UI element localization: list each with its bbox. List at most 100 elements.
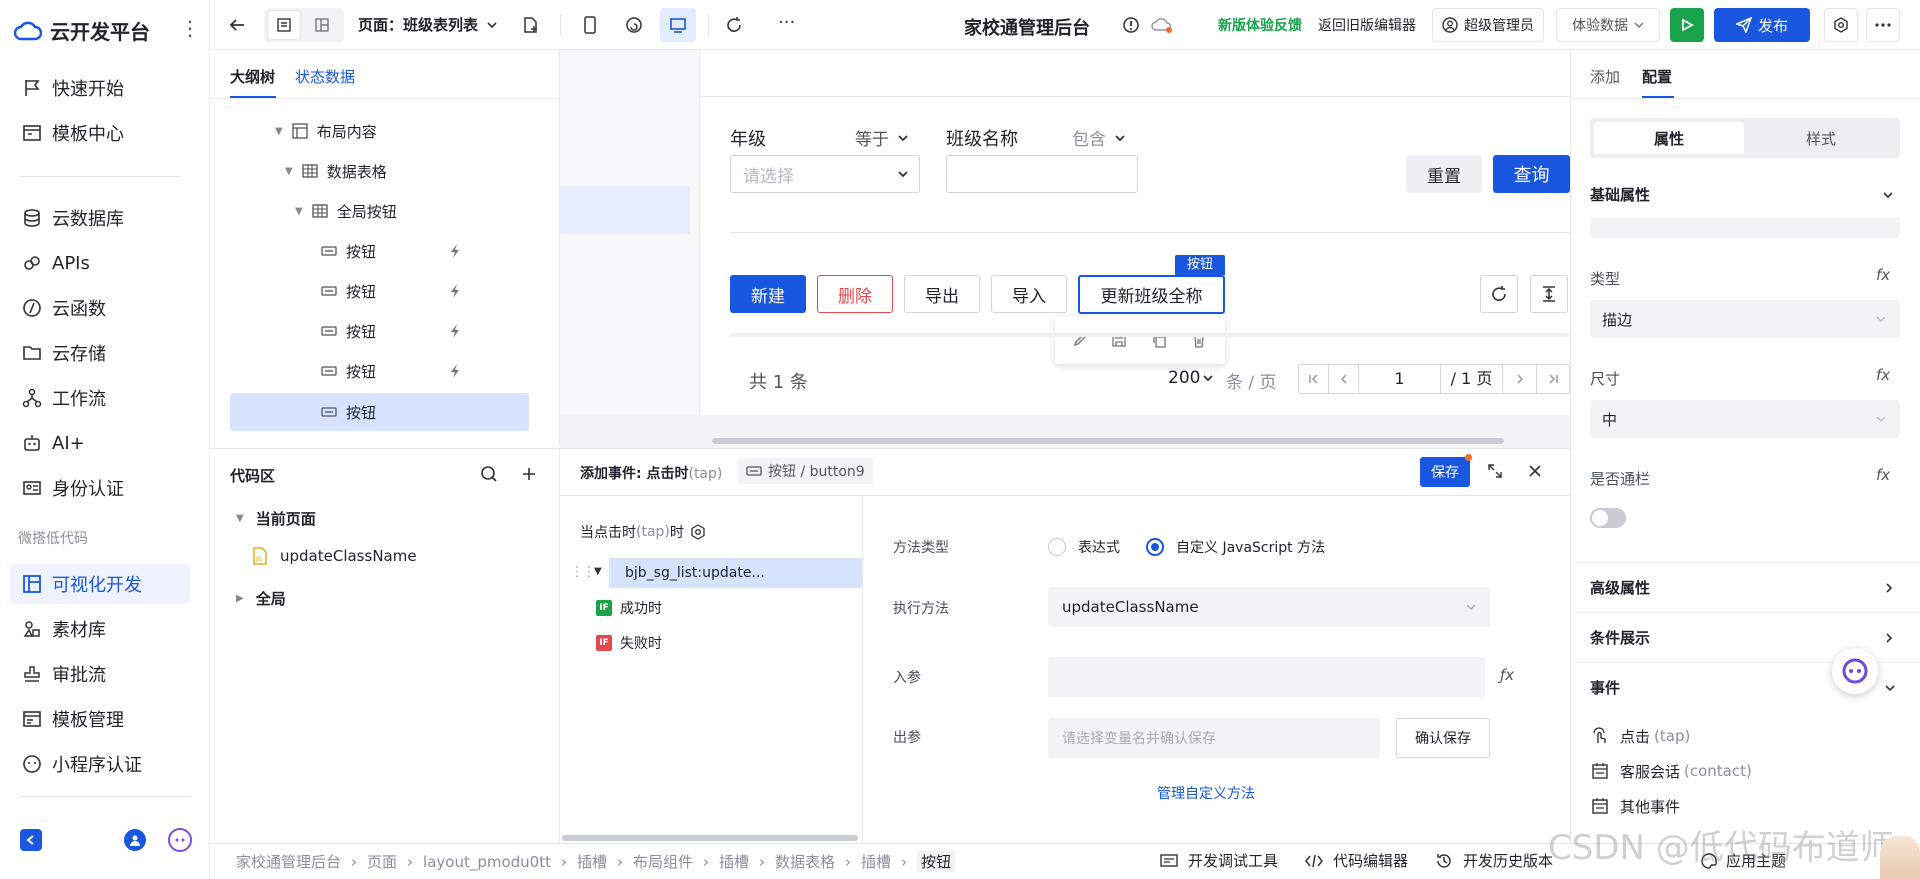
run-preview-button[interactable]: [1670, 8, 1704, 42]
page-number-input[interactable]: 1: [1359, 365, 1441, 393]
nav-item-database[interactable]: 云数据库: [10, 198, 190, 238]
event-item-tap[interactable]: 点击 (tap): [1590, 721, 1690, 751]
canvas-horizontal-scrollbar[interactable]: [712, 438, 1504, 444]
nav-item-auth[interactable]: 身份认证: [10, 468, 190, 508]
publish-button[interactable]: 发布: [1714, 8, 1810, 42]
event-bolt-icon[interactable]: [448, 243, 462, 259]
desktop-preview-icon[interactable]: [660, 8, 696, 42]
nav-item-workflow[interactable]: 工作流: [10, 378, 190, 418]
confirm-save-button[interactable]: 确认保存: [1396, 718, 1490, 758]
event-success-branch[interactable]: IF 成功时: [596, 598, 662, 618]
tab-add[interactable]: 添加: [1590, 66, 1620, 87]
miniprogram-preview-icon[interactable]: [620, 12, 648, 38]
basic-props-header[interactable]: 基础属性: [1590, 184, 1900, 205]
feedback-link[interactable]: 新版体验反馈: [1218, 15, 1302, 35]
breadcrumb-item[interactable]: 页面: [367, 851, 397, 872]
tree-node-button-1[interactable]: 按钮: [320, 235, 470, 267]
tree-node-layout-content[interactable]: ▼ 布局内容: [275, 115, 377, 147]
add-icon[interactable]: [518, 463, 540, 485]
nav-item-ai[interactable]: AI+: [10, 423, 190, 463]
event-action-item[interactable]: bjb_sg_list:update...: [609, 558, 862, 588]
tree-node-global-buttons[interactable]: ▼ 全局按钮: [295, 195, 397, 227]
event-bolt-icon[interactable]: [448, 323, 462, 339]
full-width-toggle[interactable]: [1590, 508, 1626, 528]
next-page-icon[interactable]: [1503, 365, 1537, 393]
experience-data-select[interactable]: 体验数据: [1556, 8, 1660, 42]
event-fail-branch[interactable]: IF 失败时: [596, 633, 662, 653]
tab-config[interactable]: 配置: [1642, 66, 1672, 87]
event-item-other[interactable]: 其他事件: [1590, 791, 1680, 821]
breadcrumb-item[interactable]: 插槽: [861, 851, 891, 872]
segment-styles[interactable]: 样式: [1746, 122, 1896, 154]
drag-handle-icon[interactable]: ⋮⋮: [570, 564, 596, 580]
size-select[interactable]: 中: [1590, 400, 1900, 438]
floating-assistant-icon[interactable]: [1832, 648, 1878, 694]
breadcrumb-item[interactable]: 插槽: [719, 851, 749, 872]
close-icon[interactable]: [1525, 461, 1545, 481]
code-editor-button[interactable]: 代码编辑器: [1305, 850, 1408, 871]
nav-item-apis[interactable]: APIs: [10, 243, 190, 283]
tree-node-button-5-selected[interactable]: 按钮: [320, 396, 376, 428]
tree-node-button-4[interactable]: 按钮: [320, 355, 470, 387]
event-bolt-icon[interactable]: [448, 283, 462, 299]
event-bolt-icon[interactable]: [448, 363, 462, 379]
nav-item-assets[interactable]: 素材库: [10, 609, 190, 649]
expand-icon[interactable]: [1485, 461, 1505, 481]
query-button[interactable]: 查询: [1493, 155, 1570, 193]
first-page-icon[interactable]: [1299, 365, 1329, 393]
import-button[interactable]: 导入: [991, 275, 1067, 313]
tree-node-data-table[interactable]: ▼ 数据表格: [285, 155, 387, 187]
event-save-button[interactable]: 保存: [1420, 457, 1470, 487]
input-params-field[interactable]: [1048, 657, 1485, 697]
user-avatar-icon[interactable]: [124, 829, 146, 851]
page-view-icon[interactable]: [268, 11, 300, 39]
collapse-nav-icon[interactable]: [20, 829, 42, 851]
breadcrumb-item-current[interactable]: 按钮: [917, 851, 956, 872]
breadcrumb-item[interactable]: 插槽: [577, 851, 607, 872]
nav-item-miniprogram[interactable]: 小程序认证: [10, 744, 190, 784]
tab-outline-tree[interactable]: 大纲树: [230, 66, 275, 87]
code-tree-global[interactable]: ▶ 全局: [236, 588, 286, 609]
type-fx-icon[interactable]: fx: [1876, 266, 1890, 284]
code-tree-current-page[interactable]: ▼ 当前页面: [236, 508, 316, 529]
manage-custom-methods-link[interactable]: 管理自定义方法: [1157, 783, 1255, 803]
add-page-icon[interactable]: [520, 14, 542, 36]
filter-grade-operator[interactable]: 等于: [855, 125, 909, 150]
nav-item-templates[interactable]: 模板中心: [10, 113, 190, 153]
last-page-icon[interactable]: [1537, 365, 1569, 393]
prev-page-icon[interactable]: [1329, 365, 1359, 393]
layout-view-icon[interactable]: [306, 11, 338, 39]
tab-state-data[interactable]: 状态数据: [295, 66, 355, 87]
update-class-name-button[interactable]: 更新班级全称: [1078, 275, 1225, 314]
page-selector[interactable]: 页面：班级表列表: [358, 14, 498, 35]
size-fx-icon[interactable]: fx: [1876, 366, 1890, 384]
nav-item-quickstart[interactable]: 快速开始: [10, 68, 190, 108]
breadcrumb-item[interactable]: 布局组件: [633, 851, 693, 872]
page-size-select[interactable]: 200: [1168, 368, 1214, 388]
exec-method-select[interactable]: updateClassName: [1048, 587, 1490, 627]
table-height-icon[interactable]: [1530, 275, 1568, 313]
delete-button[interactable]: 删除: [817, 275, 893, 313]
nav-item-functions[interactable]: 云函数: [10, 288, 190, 328]
full-width-fx-icon[interactable]: fx: [1876, 466, 1890, 484]
settings-icon[interactable]: [1824, 8, 1858, 42]
breadcrumb-item[interactable]: layout_pmodu0tt: [423, 853, 551, 871]
breadcrumb-item[interactable]: 家校通管理后台: [236, 851, 341, 872]
nav-item-visual-dev[interactable]: 可视化开发: [10, 564, 190, 604]
refresh-icon[interactable]: [720, 12, 748, 38]
nav-item-template-manage[interactable]: 模板管理: [10, 699, 190, 739]
tree-node-button-2[interactable]: 按钮: [320, 275, 470, 307]
radio-expression[interactable]: 表达式: [1048, 537, 1120, 557]
event-list-scrollbar[interactable]: [562, 835, 858, 841]
info-icon[interactable]: [1120, 14, 1142, 36]
debug-tools-button[interactable]: 开发调试工具: [1160, 850, 1278, 871]
search-icon[interactable]: [478, 463, 500, 485]
cloud-sync-icon[interactable]: [1150, 14, 1174, 36]
fx-icon[interactable]: ƒx: [1500, 666, 1514, 684]
breadcrumb-item[interactable]: 数据表格: [775, 851, 835, 872]
advanced-props-header[interactable]: 高级属性: [1572, 562, 1920, 612]
mobile-preview-icon[interactable]: [576, 12, 604, 38]
class-name-input[interactable]: [946, 155, 1138, 193]
type-select[interactable]: 描边: [1590, 300, 1900, 338]
filter-class-operator[interactable]: 包含: [1072, 125, 1126, 150]
